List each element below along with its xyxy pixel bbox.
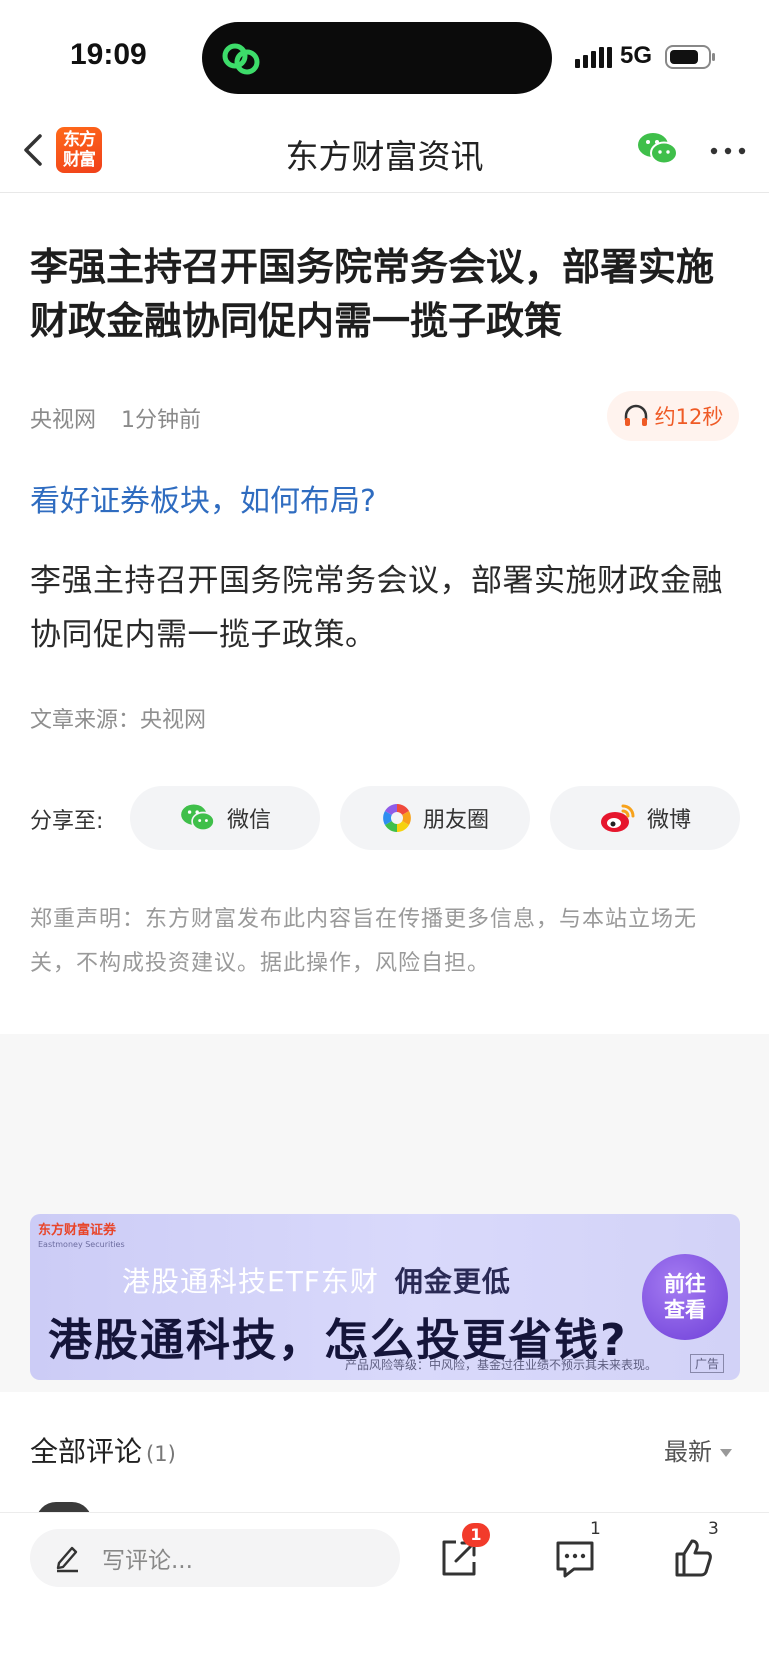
- share-badge: 1: [462, 1523, 490, 1547]
- chevron-down-icon: [720, 1449, 732, 1457]
- comments-header: 全部评论 (1): [30, 1430, 176, 1470]
- share-moments-label: 朋友圈: [422, 808, 489, 833]
- ad-brand: 东方财富证券 Eastmoney Securities: [38, 1224, 125, 1252]
- share-wechat-button[interactable]: 微信: [130, 786, 320, 850]
- comment-placeholder: 写评论...: [102, 1548, 193, 1574]
- wechat-icon: [179, 802, 217, 834]
- article-headline: 李强主持召开国务院常务会议，部署实施财政金融协同促内需一揽子政策: [30, 245, 715, 343]
- comment-count: 1: [590, 1519, 601, 1539]
- listen-button[interactable]: 约12秒: [607, 391, 739, 441]
- article-source-line: 文章来源：央视网: [30, 708, 207, 733]
- ad-tag: 广告: [690, 1354, 725, 1373]
- ad-banner[interactable]: 东方财富证券 Eastmoney Securities 港股通科技ETF东财 佣金…: [30, 1214, 740, 1380]
- share-label: 分享至:: [30, 809, 104, 834]
- ad-risk-note: 产品风险等级：中风险，基金过往业绩不预示其未来表现。: [345, 1358, 658, 1372]
- share-weibo-label: 微博: [646, 808, 691, 833]
- status-bar: 19:09 5G: [0, 0, 769, 110]
- ad-cta-line1: 前往: [664, 1272, 706, 1296]
- status-time: 19:09: [70, 38, 147, 71]
- comment-button[interactable]: 1: [550, 1519, 601, 1583]
- ad-brand-cn: 东方财富证券: [38, 1223, 117, 1238]
- like-count: 3: [708, 1519, 719, 1539]
- bottom-toolbar: 写评论... 1 1 3: [0, 1512, 769, 1666]
- link-icon: [222, 43, 260, 75]
- network-type: 5G: [620, 42, 653, 69]
- ad-section: 东方财富证券 Eastmoney Securities 港股通科技ETF东财 佣金…: [0, 1202, 769, 1392]
- section-divider: [0, 1034, 769, 1202]
- ad-brand-en: Eastmoney Securities: [38, 1240, 125, 1249]
- sort-label: 最新: [664, 1438, 712, 1466]
- comments-sort-dropdown[interactable]: 最新: [664, 1432, 732, 1467]
- share-wechat-label: 微信: [226, 808, 271, 833]
- comments-title: 全部评论: [30, 1435, 143, 1468]
- dynamic-island: [202, 22, 552, 94]
- more-icon[interactable]: [708, 136, 748, 166]
- ad-line1-text: 港股通科技ETF东财: [122, 1265, 379, 1298]
- ad-line1: 港股通科技ETF东财 佣金更低: [122, 1260, 511, 1300]
- share-moments-button[interactable]: 朋友圈: [340, 786, 530, 850]
- ad-line1-bold: 佣金更低: [394, 1265, 511, 1298]
- battery-icon: [665, 45, 715, 69]
- pencil-icon: [54, 1543, 80, 1573]
- nav-bar: 东方 财富 东方财富资讯: [0, 110, 769, 193]
- article-meta: 央视网 1分钟前: [30, 402, 201, 434]
- moments-icon: [381, 802, 413, 834]
- comment-icon: [556, 1541, 594, 1578]
- comments-count: (1): [146, 1442, 176, 1466]
- article-body: 李强主持召开国务院常务会议，部署实施财政金融协同促内需一揽子政策。: [30, 563, 723, 653]
- thumbs-up-icon: [675, 1539, 712, 1577]
- share-weibo-button[interactable]: 微博: [550, 786, 740, 850]
- comment-input[interactable]: 写评论...: [30, 1529, 400, 1587]
- like-button[interactable]: 3: [668, 1519, 719, 1583]
- promo-link[interactable]: 看好证券板块，如何布局?: [30, 476, 376, 520]
- ad-cta-line2: 查看: [664, 1298, 706, 1322]
- article-time: 1分钟前: [121, 408, 202, 433]
- headphones-icon: [624, 404, 647, 426]
- audio-duration: 约12秒: [654, 405, 724, 429]
- article-source: 央视网: [30, 408, 97, 433]
- wechat-icon[interactable]: [637, 130, 679, 168]
- disclaimer: 郑重声明：东方财富发布此内容旨在传播更多信息，与本站立场无关，不构成投资建议。据…: [30, 907, 698, 976]
- ad-cta-button[interactable]: 前往 查看: [642, 1254, 728, 1340]
- weibo-icon: [599, 802, 637, 834]
- signal-icon: [575, 47, 612, 68]
